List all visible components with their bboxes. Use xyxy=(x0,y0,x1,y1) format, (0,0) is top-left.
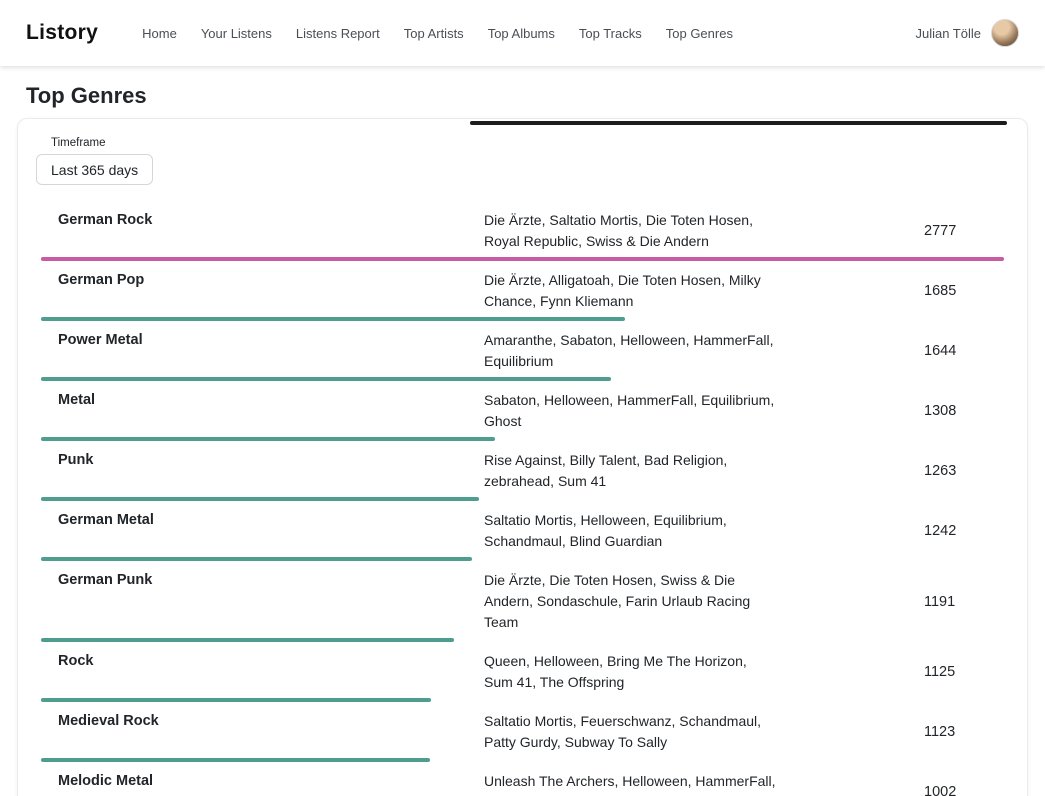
genre-row: Power Metal Amaranthe, Sabaton, Hellowee… xyxy=(18,321,1027,381)
nav-link-top-tracks[interactable]: Top Tracks xyxy=(579,26,642,41)
genre-artists: Amaranthe, Sabaton, Helloween, HammerFal… xyxy=(484,330,776,372)
genre-artists: Saltatio Mortis, Helloween, Equilibrium,… xyxy=(484,510,776,552)
user-avatar[interactable] xyxy=(991,19,1019,47)
genre-name: Melodic Metal xyxy=(58,771,484,792)
genre-count: 1644 xyxy=(924,343,1008,359)
genre-name: Rock xyxy=(58,651,484,672)
app-logo[interactable]: Listory xyxy=(26,21,98,45)
genre-artists: Die Ärzte, Alligatoah, Die Toten Hosen, … xyxy=(484,270,776,312)
genre-name: Medieval Rock xyxy=(58,711,484,732)
timeframe-filter: Timeframe Last 365 days xyxy=(18,119,1027,201)
genre-row: German Punk Die Ärzte, Die Toten Hosen, … xyxy=(18,561,1027,642)
nav-link-top-albums[interactable]: Top Albums xyxy=(488,26,555,41)
genre-count: 1125 xyxy=(924,664,1008,680)
nav-link-your-listens[interactable]: Your Listens xyxy=(201,26,272,41)
genre-count: 1308 xyxy=(924,403,1008,419)
timeframe-select[interactable]: Last 365 days xyxy=(36,154,153,185)
genre-row: Punk Rise Against, Billy Talent, Bad Rel… xyxy=(18,441,1027,501)
genre-count: 1685 xyxy=(924,283,1008,299)
genre-artists: Saltatio Mortis, Feuerschwanz, Schandmau… xyxy=(484,711,776,753)
genre-name: Punk xyxy=(58,450,484,471)
genre-row: Melodic Metal Unleash The Archers, Hello… xyxy=(18,762,1027,796)
genre-row: Medieval Rock Saltatio Mortis, Feuerschw… xyxy=(18,702,1027,762)
user-area: Julian Tölle xyxy=(915,19,1019,47)
genre-artists: Die Ärzte, Die Toten Hosen, Swiss & Die … xyxy=(484,570,776,633)
genre-name: German Pop xyxy=(58,270,484,291)
nav-link-top-artists[interactable]: Top Artists xyxy=(404,26,464,41)
nav-link-top-genres[interactable]: Top Genres xyxy=(666,26,733,41)
genre-count: 1242 xyxy=(924,523,1008,539)
genre-artists: Die Ärzte, Saltatio Mortis, Die Toten Ho… xyxy=(484,210,776,252)
genre-count: 1191 xyxy=(924,594,1008,610)
top-genres-card: Timeframe Last 365 days German Rock Die … xyxy=(17,118,1028,796)
genre-artists: Unleash The Archers, Helloween, HammerFa… xyxy=(484,771,776,796)
genre-name: German Metal xyxy=(58,510,484,531)
genre-name: German Rock xyxy=(58,210,484,231)
genre-count: 1002 xyxy=(924,784,1008,796)
page-content: Top Genres Timeframe Last 365 days Germa… xyxy=(0,83,1045,796)
genre-name: Metal xyxy=(58,390,484,411)
genre-count: 1123 xyxy=(924,724,1008,740)
genre-count: 2777 xyxy=(924,223,1008,239)
top-navbar: Listory Home Your Listens Listens Report To… xyxy=(0,0,1045,66)
horizontal-scrollbar-thumb[interactable] xyxy=(470,121,1007,125)
nav-link-listens-report[interactable]: Listens Report xyxy=(296,26,380,41)
genre-artists: Rise Against, Billy Talent, Bad Religion… xyxy=(484,450,776,492)
nav-link-home[interactable]: Home xyxy=(142,26,177,41)
genre-row: Rock Queen, Helloween, Bring Me The Hori… xyxy=(18,642,1027,702)
main-nav: Home Your Listens Listens Report Top Artist… xyxy=(142,26,733,41)
genre-row: German Metal Saltatio Mortis, Helloween,… xyxy=(18,501,1027,561)
genre-name: German Punk xyxy=(58,570,484,591)
timeframe-label: Timeframe xyxy=(51,137,1009,149)
genre-row: German Pop Die Ärzte, Alligatoah, Die To… xyxy=(18,261,1027,321)
genre-list: German Rock Die Ärzte, Saltatio Mortis, … xyxy=(18,201,1027,796)
genre-artists: Sabaton, Helloween, HammerFall, Equilibr… xyxy=(484,390,776,432)
genre-row: German Rock Die Ärzte, Saltatio Mortis, … xyxy=(18,201,1027,261)
page-title: Top Genres xyxy=(26,83,1019,109)
genre-count: 1263 xyxy=(924,463,1008,479)
genre-artists: Queen, Helloween, Bring Me The Horizon, … xyxy=(484,651,776,693)
genre-name: Power Metal xyxy=(58,330,484,351)
user-name[interactable]: Julian Tölle xyxy=(915,26,981,41)
genre-row: Metal Sabaton, Helloween, HammerFall, Eq… xyxy=(18,381,1027,441)
